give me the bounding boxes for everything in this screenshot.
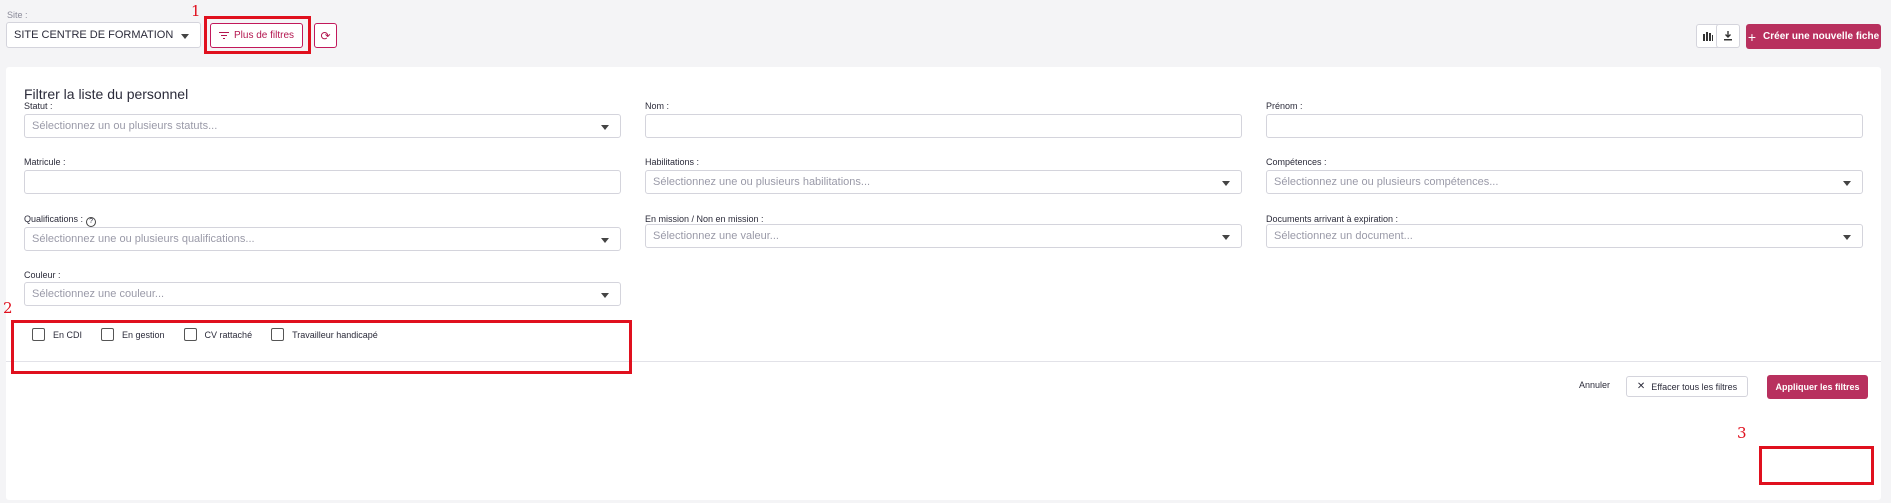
chevron-down-icon — [1222, 235, 1230, 240]
annotation-number-3: 3 — [1737, 424, 1747, 442]
download-icon — [1724, 31, 1732, 41]
bar-chart-icon — [1703, 31, 1713, 41]
chevron-down-icon — [601, 125, 609, 130]
statut-label: Statut : — [24, 101, 53, 111]
annotation-box-1 — [204, 16, 311, 54]
documents-label: Documents arrivant à expiration : — [1266, 214, 1399, 224]
refresh-button[interactable]: ⟳ — [314, 23, 337, 48]
habilitations-select[interactable]: Sélectionnez une ou plusieurs habilitati… — [645, 170, 1242, 194]
chevron-down-icon — [1843, 181, 1851, 186]
couleur-select[interactable]: Sélectionnez une couleur... — [24, 282, 621, 306]
annotation-number-1: 1 — [191, 2, 201, 20]
site-select-value: SITE CENTRE DE FORMATION — [14, 29, 174, 41]
matricule-label: Matricule : — [24, 157, 66, 167]
mission-placeholder: Sélectionnez une valeur... — [653, 230, 779, 242]
habilitations-placeholder: Sélectionnez une ou plusieurs habilitati… — [653, 176, 871, 188]
nom-label: Nom : — [645, 101, 670, 111]
qualifications-select[interactable]: Sélectionnez une ou plusieurs qualificat… — [24, 227, 621, 251]
chevron-down-icon — [1222, 181, 1230, 186]
clear-all-filters-label: Effacer tous les filtres — [1651, 381, 1738, 392]
documents-placeholder: Sélectionnez un document... — [1274, 230, 1413, 242]
documents-select[interactable]: Sélectionnez un document... — [1266, 224, 1863, 248]
filter-panel: Filtrer la liste du personnel Statut : S… — [6, 67, 1881, 500]
site-select[interactable]: SITE CENTRE DE FORMATION — [6, 22, 201, 48]
qualifications-label: Qualifications :? — [24, 214, 97, 227]
statut-select[interactable]: Sélectionnez un ou plusieurs statuts... — [24, 114, 621, 138]
create-new-record-button[interactable]: + Créer une nouvelle fiche — [1746, 24, 1881, 49]
plus-icon: + — [1747, 28, 1757, 45]
chevron-down-icon — [601, 238, 609, 243]
habilitations-label: Habilitations : — [645, 157, 700, 167]
matricule-input[interactable] — [24, 170, 621, 194]
apply-filters-button[interactable]: Appliquer les filtres — [1767, 375, 1868, 399]
site-label: Site : — [7, 10, 28, 20]
mission-select[interactable]: Sélectionnez une valeur... — [645, 224, 1242, 248]
nom-input[interactable] — [645, 114, 1242, 138]
chevron-down-icon — [1843, 235, 1851, 240]
refresh-icon: ⟳ — [320, 28, 331, 43]
close-icon: ✕ — [1636, 381, 1646, 392]
download-button[interactable] — [1716, 24, 1740, 48]
create-new-record-label: Créer une nouvelle fiche — [1763, 31, 1880, 42]
statut-placeholder: Sélectionnez un ou plusieurs statuts... — [32, 120, 218, 132]
prenom-label: Prénom : — [1266, 101, 1303, 111]
competences-label: Compétences : — [1266, 157, 1327, 167]
help-icon[interactable]: ? — [86, 217, 97, 227]
clear-all-filters-button[interactable]: ✕ Effacer tous les filtres — [1626, 376, 1748, 397]
mission-label: En mission / Non en mission : — [645, 214, 764, 224]
panel-title: Filtrer la liste du personnel — [24, 86, 189, 102]
chevron-down-icon — [601, 293, 609, 298]
prenom-input[interactable] — [1266, 114, 1863, 138]
annotation-box-2 — [11, 320, 632, 374]
cancel-link[interactable]: Annuler — [1579, 380, 1610, 390]
competences-placeholder: Sélectionnez une ou plusieurs compétence… — [1274, 176, 1499, 188]
couleur-placeholder: Sélectionnez une couleur... — [32, 288, 165, 300]
qualifications-placeholder: Sélectionnez une ou plusieurs qualificat… — [32, 233, 255, 245]
chevron-down-icon — [181, 34, 189, 39]
annotation-box-3 — [1759, 446, 1874, 485]
competences-select[interactable]: Sélectionnez une ou plusieurs compétence… — [1266, 170, 1863, 194]
qualifications-label-text: Qualifications : — [24, 214, 84, 224]
couleur-label: Couleur : — [24, 270, 61, 280]
annotation-number-2: 2 — [3, 299, 13, 317]
